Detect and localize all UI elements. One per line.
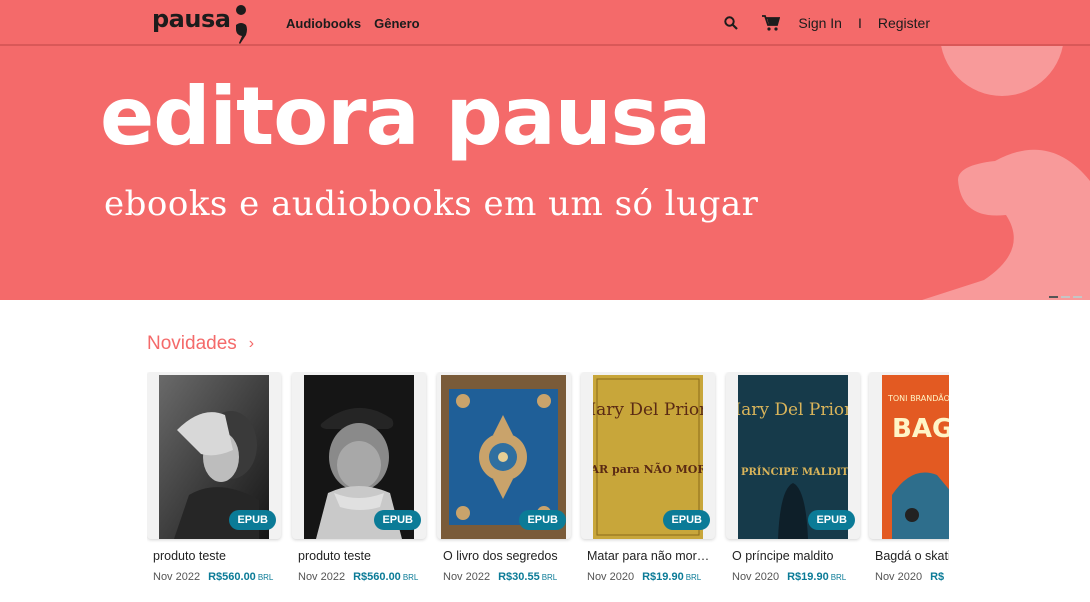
product-date: Nov 2020 bbox=[875, 571, 923, 583]
product-price: R$560.00 bbox=[208, 571, 256, 583]
product-title[interactable]: O livro dos segredos bbox=[443, 549, 567, 563]
search-icon[interactable] bbox=[720, 12, 742, 34]
product-currency: BRL bbox=[402, 573, 419, 582]
semicolon-decoration-icon bbox=[922, 46, 1090, 300]
product-title[interactable]: O príncipe maldito bbox=[732, 549, 856, 563]
product-date: Nov 2022 bbox=[298, 571, 346, 583]
product-date: Nov 2022 bbox=[443, 571, 491, 583]
product-title[interactable]: produto teste bbox=[153, 549, 277, 563]
hero-banner[interactable]: editora pausa ebooks e audiobooks em um … bbox=[0, 46, 1090, 300]
product-title[interactable]: Bagdá o skatista bbox=[875, 549, 949, 563]
product-price: R$30.55 bbox=[498, 571, 540, 583]
format-badge: EPUB bbox=[519, 510, 566, 530]
product-meta: Nov 2020 R$19.90 BRL bbox=[587, 571, 701, 583]
cover-author: Mary Del Priore bbox=[738, 400, 848, 420]
header-actions: Sign In I Register bbox=[720, 12, 930, 34]
nav-item-audiobooks[interactable]: Audiobooks bbox=[286, 16, 361, 31]
top-header: pausa Audiobooks Gênero Sign In I Regist… bbox=[0, 0, 1090, 46]
section-title: Novidades bbox=[147, 333, 237, 354]
product-currency: BRL bbox=[257, 573, 274, 582]
product-date: Nov 2020 bbox=[587, 571, 635, 583]
carousel-dot[interactable] bbox=[1049, 296, 1058, 298]
chevron-right-icon: › bbox=[248, 335, 255, 352]
product-currency: BRL bbox=[685, 573, 702, 582]
cover-title: O PRÍNCIPE MALDITO bbox=[738, 466, 848, 478]
product-carousel: EPUB produto teste Nov 2022 R$560.00 BRL E… bbox=[147, 372, 949, 602]
cart-icon[interactable] bbox=[760, 12, 782, 34]
section-novidades[interactable]: Novidades › bbox=[147, 333, 254, 355]
product-meta: Nov 2022 R$560.00 BRL bbox=[298, 571, 418, 583]
product-meta: Nov 2020 R$19.90 BRL bbox=[732, 571, 846, 583]
carousel-dot[interactable] bbox=[1073, 296, 1082, 298]
product-meta: Nov 2020 R$ bbox=[875, 571, 946, 583]
book-cover: TONI BRANDÃO BAG bbox=[882, 375, 949, 539]
product-title[interactable]: produto teste bbox=[298, 549, 422, 563]
product-date: Nov 2020 bbox=[732, 571, 780, 583]
product-meta: Nov 2022 R$30.55 BRL bbox=[443, 571, 557, 583]
logo[interactable]: pausa bbox=[152, 4, 250, 44]
main-nav: Audiobooks Gênero bbox=[286, 16, 420, 31]
format-badge: EPUB bbox=[374, 510, 421, 530]
logo-text: pausa bbox=[152, 5, 231, 33]
product-currency: BRL bbox=[541, 573, 558, 582]
sign-in-link[interactable]: Sign In bbox=[798, 15, 842, 31]
product-price: R$560.00 bbox=[353, 571, 401, 583]
banner-subtitle: ebooks e audiobooks em um só lugar bbox=[104, 184, 759, 224]
cover-author: TONI BRANDÃO bbox=[887, 393, 949, 403]
carousel-indicators bbox=[1049, 296, 1082, 298]
register-link[interactable]: Register bbox=[878, 15, 930, 31]
format-badge: EPUB bbox=[229, 510, 276, 530]
header-separator: I bbox=[857, 15, 862, 31]
product-date: Nov 2022 bbox=[153, 571, 201, 583]
product-title[interactable]: Matar para não morrer bbox=[587, 549, 711, 563]
cover-title: BAG bbox=[892, 414, 949, 444]
format-badge: EPUB bbox=[808, 510, 855, 530]
product-meta: Nov 2022 R$560.00 BRL bbox=[153, 571, 273, 583]
banner-title: editora pausa bbox=[100, 70, 711, 163]
cover-title: MATAR para NÃO MORRER bbox=[593, 462, 703, 476]
semicolon-logo-icon bbox=[236, 5, 248, 44]
product-price: R$19.90 bbox=[787, 571, 829, 583]
product-price: R$ bbox=[930, 571, 945, 583]
carousel-dot[interactable] bbox=[1061, 296, 1070, 298]
nav-item-genero[interactable]: Gênero bbox=[374, 16, 420, 31]
cover-author: Mary Del Priore bbox=[593, 400, 703, 420]
product-price: R$19.90 bbox=[642, 571, 684, 583]
product-currency: BRL bbox=[830, 573, 847, 582]
format-badge: EPUB bbox=[663, 510, 710, 530]
